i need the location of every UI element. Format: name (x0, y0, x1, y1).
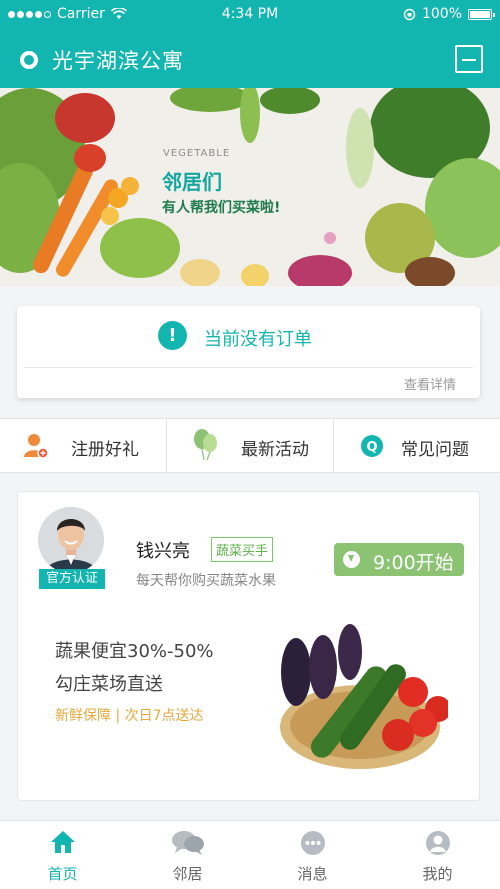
buyer-card[interactable]: 官方认证 钱兴亮 蔬菜买手 每天帮你购买蔬菜水果 9:00开始 蔬果便宜30%-… (17, 491, 480, 801)
balloon-icon (194, 429, 217, 461)
quick-item-faq[interactable]: Q 常见问题 (334, 419, 500, 472)
buyer-description: 每天帮你购买蔬菜水果 (136, 573, 276, 589)
orientation-lock-icon (403, 8, 416, 20)
quick-item-latest-events[interactable]: 最新活动 (167, 419, 334, 472)
tab-label: 我的 (422, 865, 453, 883)
profile-icon (425, 831, 450, 855)
battery-icon (468, 8, 495, 20)
tab-label: 首页 (47, 865, 78, 883)
location-icon[interactable] (20, 51, 38, 69)
svg-text:Q: Q (366, 440, 377, 455)
banner-subtitle: 有人帮我们买菜啦! (162, 200, 281, 216)
scan-icon[interactable] (455, 45, 483, 73)
quick-item-label: 常见问题 (401, 440, 469, 460)
download-icon (343, 551, 360, 568)
gift-user-icon (24, 434, 48, 459)
vegetable-basket-image (280, 624, 448, 769)
start-time-label: 9:00开始 (373, 552, 454, 574)
message-icon (300, 831, 325, 855)
status-bar: Carrier 4:34 PM 100% (0, 0, 500, 30)
tab-profile[interactable]: 我的 (375, 821, 500, 889)
start-time-button[interactable]: 9:00开始 (334, 543, 464, 576)
view-details-link[interactable]: 查看详情 (404, 374, 456, 393)
no-order-message: 当前没有订单 (204, 329, 312, 350)
banner-en-text: VEGETABLE (163, 148, 231, 159)
quick-item-register-gift[interactable]: 注册好礼 (0, 419, 167, 472)
feature-price: 蔬果便宜30%-50% (55, 641, 214, 662)
buyer-role-tag: 蔬菜买手 (211, 537, 274, 562)
buyer-name: 钱兴亮 (136, 541, 190, 562)
tab-label: 邻居 (172, 865, 203, 883)
battery-label: 100% (421, 6, 462, 22)
question-icon: Q (361, 435, 383, 457)
chat-icon (171, 831, 204, 855)
tab-home[interactable]: 首页 (0, 821, 125, 889)
feature-delivery: 新鲜保障 | 次日7点送达 (55, 708, 204, 724)
vegetables-illustration (0, 88, 500, 286)
official-cert-badge: 官方认证 (39, 569, 105, 589)
tab-label: 消息 (297, 865, 328, 883)
app-header: 光宇湖滨公寓 (0, 30, 500, 88)
banner-title: 邻居们 (162, 170, 222, 194)
community-title[interactable]: 光宇湖滨公寓 (52, 45, 184, 75)
home-icon (50, 831, 75, 853)
tab-messages[interactable]: 消息 (250, 821, 375, 889)
status-right: 100% (403, 6, 495, 22)
promo-banner[interactable]: VEGETABLE 邻居们 有人帮我们买菜啦! (0, 88, 500, 286)
quick-menu: 注册好礼 最新活动 Q 常见问题 (0, 418, 500, 473)
order-status-card: ! 当前没有订单 查看详情 (17, 306, 480, 398)
quick-item-label: 最新活动 (241, 440, 309, 460)
person-photo (38, 507, 104, 573)
divider (24, 367, 473, 368)
feature-source: 勾庄菜场直送 (55, 674, 163, 695)
alert-icon: ! (158, 321, 187, 350)
bottom-tab-bar: 首页 邻居 消息 我的 (0, 820, 500, 889)
quick-item-label: 注册好礼 (71, 440, 139, 460)
tab-neighbors[interactable]: 邻居 (125, 821, 250, 889)
buyer-avatar[interactable] (38, 507, 104, 573)
